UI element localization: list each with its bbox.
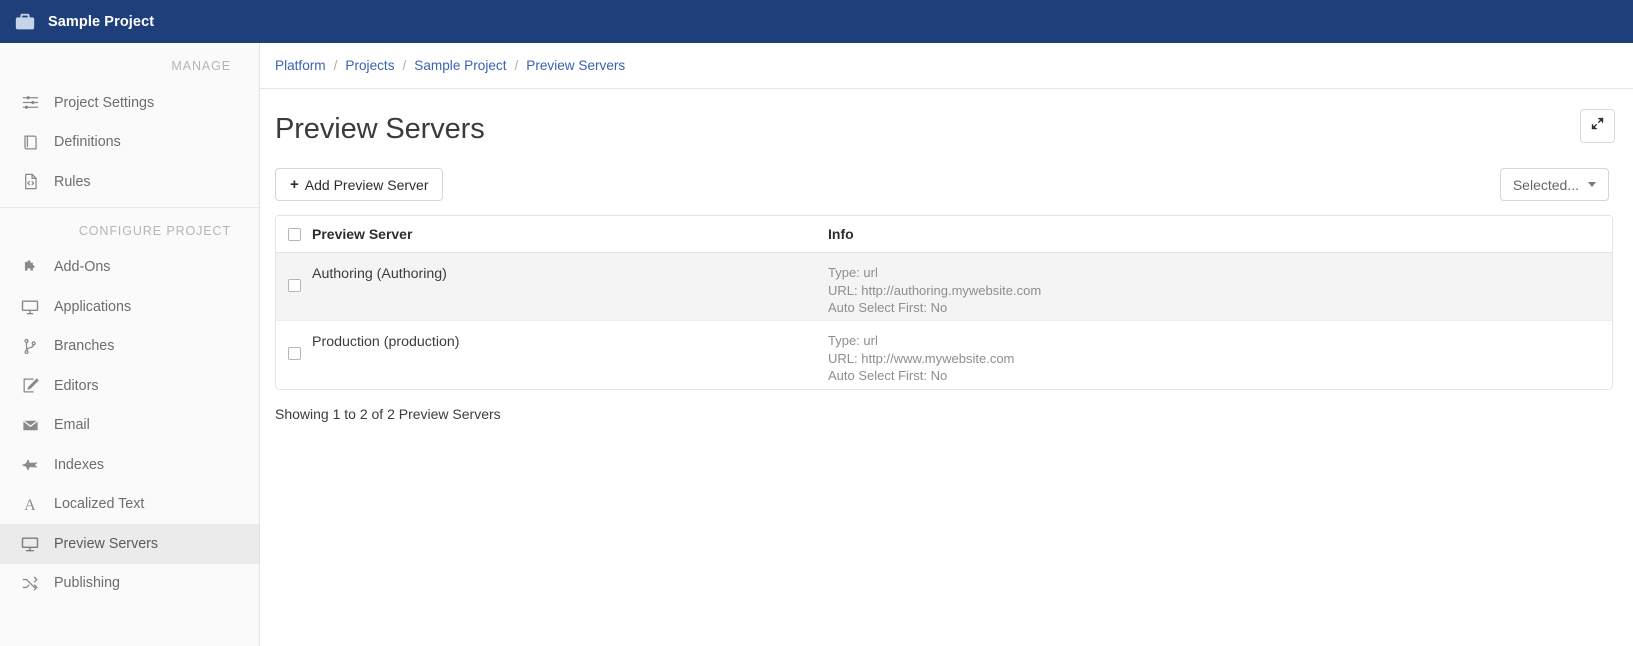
breadcrumb-item-platform[interactable]: Platform xyxy=(275,58,326,73)
sidebar-item-indexes[interactable]: Indexes xyxy=(0,445,259,485)
top-bar: Sample Project xyxy=(0,0,1633,43)
breadcrumb-item-preview-servers[interactable]: Preview Servers xyxy=(526,58,625,73)
sidebar-item-label: Indexes xyxy=(54,456,105,473)
row-name: Authoring (Authoring) xyxy=(312,266,447,282)
svg-text:A: A xyxy=(24,497,36,514)
row-checkbox-cell xyxy=(276,321,312,389)
sidebar-item-label: Preview Servers xyxy=(54,535,159,552)
main-content: Platform / Projects / Sample Project / P… xyxy=(260,43,1633,646)
briefcase-icon xyxy=(14,11,36,33)
breadcrumb-item-sample-project[interactable]: Sample Project xyxy=(414,58,506,73)
code-file-icon xyxy=(18,171,42,193)
sidebar-item-localized-text[interactable]: A Localized Text xyxy=(0,485,259,525)
row-checkbox[interactable] xyxy=(287,279,301,292)
sidebar-item-applications[interactable]: Applications xyxy=(0,287,259,327)
breadcrumb-separator: / xyxy=(402,58,407,73)
row-info: Type: url URL: http://www.mywebsite.com … xyxy=(828,321,1612,389)
sidebar-item-label: Editors xyxy=(54,377,99,394)
sidebar: MANAGE Project Settings Definitions Rule… xyxy=(0,43,260,646)
sidebar-item-label: Applications xyxy=(54,298,132,315)
row-info-url: URL: http://authoring.mywebsite.com xyxy=(828,282,1042,298)
selected-dropdown[interactable]: Selected... xyxy=(1499,168,1609,201)
sidebar-item-label: Publishing xyxy=(54,575,120,592)
sidebar-item-project-settings[interactable]: Project Settings xyxy=(0,83,259,123)
sidebar-item-add-ons[interactable]: Add-Ons xyxy=(0,248,259,288)
monitor-icon xyxy=(18,296,42,318)
row-info-auto-select: Auto Select First: No xyxy=(828,300,948,316)
plus-icon: + xyxy=(290,176,299,193)
sidebar-item-label: Project Settings xyxy=(54,94,155,111)
select-all-checkbox-cell xyxy=(276,227,312,241)
app-root: Sample Project MANAGE Project Settings D… xyxy=(0,0,1633,646)
sidebar-item-definitions[interactable]: Definitions xyxy=(0,123,259,163)
sidebar-section-label-configure: CONFIGURE PROJECT xyxy=(78,223,231,238)
code-branch-icon xyxy=(18,335,42,357)
shuffle-icon xyxy=(18,572,42,594)
sidebar-item-label: Branches xyxy=(54,338,115,355)
book-icon xyxy=(18,131,42,153)
row-checkbox[interactable] xyxy=(287,347,301,360)
preview-servers-table: Preview Server Info Authoring (Authoring… xyxy=(275,215,1613,390)
sidebar-item-publishing[interactable]: Publishing xyxy=(0,564,259,604)
table-row[interactable]: Production (production) Type: url URL: h… xyxy=(276,321,1612,389)
toolbar: + Add Preview Server Selected... xyxy=(260,159,1633,215)
sidebar-item-label: Localized Text xyxy=(54,496,145,513)
breadcrumb-separator: / xyxy=(514,58,519,73)
project-title: Sample Project xyxy=(48,13,155,30)
row-info-auto-select: Auto Select First: No xyxy=(828,368,948,384)
breadcrumb: Platform / Projects / Sample Project / P… xyxy=(260,43,1633,89)
add-preview-server-label: Add Preview Server xyxy=(304,176,429,193)
display-icon xyxy=(18,533,42,555)
select-all-checkbox[interactable] xyxy=(287,227,301,241)
sliders-icon xyxy=(18,92,42,114)
table-header-row: Preview Server Info xyxy=(276,216,1612,253)
selected-dropdown-label: Selected... xyxy=(1512,176,1579,193)
envelope-icon xyxy=(18,414,42,436)
caret-down-icon xyxy=(1588,182,1596,187)
row-info-type: Type: url xyxy=(828,265,878,280)
puzzle-piece-icon xyxy=(18,256,42,278)
add-preview-server-button[interactable]: + Add Preview Server xyxy=(275,168,444,201)
pencil-square-icon xyxy=(18,375,42,397)
row-info-url: URL: http://www.mywebsite.com xyxy=(828,350,1015,366)
row-info-type: Type: url xyxy=(828,333,878,348)
sidebar-item-rules[interactable]: Rules xyxy=(0,162,259,202)
row-checkbox-cell xyxy=(276,253,312,320)
page-header: Preview Servers xyxy=(260,89,1633,159)
plane-icon xyxy=(18,454,42,476)
compress-arrows-icon xyxy=(1590,116,1605,136)
sidebar-item-branches[interactable]: Branches xyxy=(0,327,259,367)
sidebar-item-email[interactable]: Email xyxy=(0,406,259,446)
table-footer-summary: Showing 1 to 2 of 2 Preview Servers xyxy=(275,406,501,422)
sidebar-item-editors[interactable]: Editors xyxy=(0,366,259,406)
table-row[interactable]: Authoring (Authoring) Type: url URL: htt… xyxy=(276,253,1612,321)
row-info: Type: url URL: http://authoring.mywebsit… xyxy=(828,253,1612,320)
collapse-button[interactable] xyxy=(1580,109,1615,143)
sidebar-item-preview-servers[interactable]: Preview Servers xyxy=(0,524,259,564)
font-letter-icon: A xyxy=(18,493,42,515)
column-header-preview-server: Preview Server xyxy=(312,226,413,242)
sidebar-item-label: Email xyxy=(54,417,90,434)
breadcrumb-item-projects[interactable]: Projects xyxy=(345,58,394,73)
sidebar-item-label: Definitions xyxy=(54,134,121,151)
row-name: Production (production) xyxy=(312,334,460,350)
sidebar-item-label: Add-Ons xyxy=(54,259,111,276)
sidebar-item-label: Rules xyxy=(54,173,91,190)
breadcrumb-separator: / xyxy=(333,58,338,73)
sidebar-section-label-manage: MANAGE xyxy=(171,59,231,73)
page-title: Preview Servers xyxy=(275,113,485,145)
column-header-info: Info xyxy=(828,226,854,242)
